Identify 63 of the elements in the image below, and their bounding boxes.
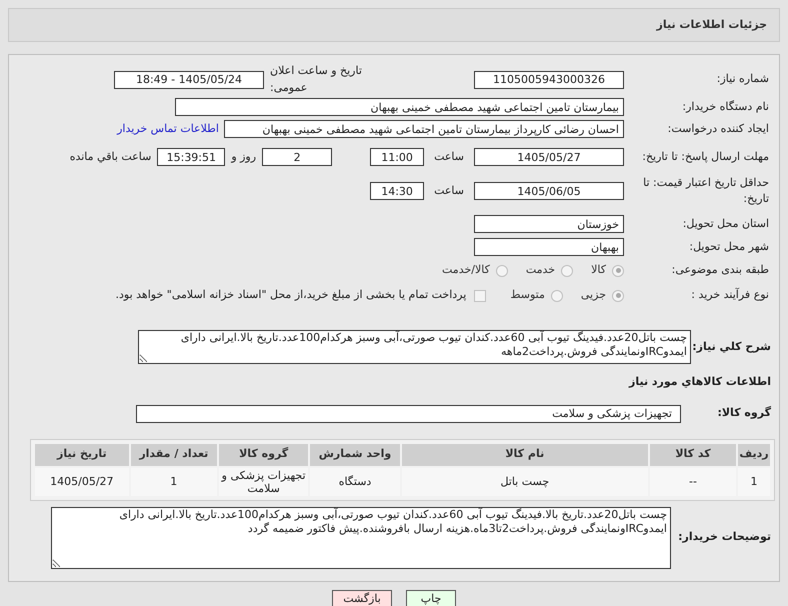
table-cell: -- [650, 468, 736, 496]
time-label: ساعت [434, 182, 464, 199]
radio-button[interactable] [550, 290, 563, 302]
field-label: نام دستگاه خریدار: [682, 100, 769, 113]
input-field[interactable]: بهبهان [474, 238, 624, 256]
field-label: حداقل تاریخ اعتبار قیمت: تا تاریخ: [643, 176, 769, 205]
input-field[interactable]: 1105005943000326 [474, 70, 624, 88]
input-field[interactable]: 1405/06/05 [474, 182, 624, 200]
table-cell: تجهیزات پزشکی و سلامت [218, 468, 308, 496]
column-header: ردیف [738, 444, 770, 466]
input-field[interactable]: 1405/05/24 - 18:49 [114, 70, 264, 88]
input-field[interactable]: 1405/05/27 [474, 148, 624, 166]
input-field[interactable]: 14:30 [370, 182, 424, 200]
input-field[interactable]: خوزستان [474, 215, 624, 233]
field-label: تاریخ و ساعت اعلان عمومی: [270, 64, 362, 94]
countdown-field[interactable]: 15:39:51 [157, 148, 226, 166]
field-label: شماره نیاز: [716, 72, 769, 86]
days-label: روز و [231, 148, 256, 165]
column-header: گروه کالا [218, 444, 308, 466]
radio-label: کالا/خدمت [442, 262, 490, 278]
description-field[interactable]: چست باتل20عدد.فیدینگ تیوب آبی 60عدد.کندان تیوب صورتی،آبی وسبز هرکدام100عدد.تاریخ بالا.ایرانی دارای ایمدوIRCونمایندگی فروش.پرداخت2ماهه [138, 330, 691, 364]
field-label: طبقه بندی موضوعی: [672, 263, 769, 276]
input-field[interactable]: 11:00 [370, 148, 424, 166]
payment-note: پرداخت تمام یا بخشی از مبلغ خرید،از محل "اسناد خزانه اسلامی" خواهد بود. [116, 287, 466, 304]
table-cell: 1 [130, 468, 217, 496]
input-field[interactable]: احسان رضائی کارپرداز بیمارستان تامین اجتماعی شهید مصطفی خمینی بهبهان [224, 120, 624, 138]
radio-button[interactable] [612, 264, 624, 276]
table-cell: دستگاه [310, 468, 400, 496]
table-cell: چست باتل [402, 468, 648, 496]
back-button[interactable]: بازگشت [332, 590, 392, 606]
print-button[interactable]: چاپ [406, 590, 456, 606]
input-field[interactable]: 2 [262, 148, 332, 166]
field-label: استان محل تحویل: [682, 216, 769, 230]
contact-link[interactable]: اطلاعات تماس خریدار [117, 120, 219, 138]
column-header: تعداد / مقدار [130, 444, 217, 466]
radio-label: جزیی [580, 287, 606, 304]
column-header: کد کالا [650, 444, 736, 466]
section-title: اطلاعات کالاهاي مورد نیاز [629, 375, 771, 388]
field-label: گروه کالا: [717, 406, 771, 420]
radio-label: متوسط [510, 287, 545, 304]
input-field[interactable]: بیمارستان تامین اجتماعی شهید مصطفی خمینی بهبهان [175, 98, 624, 116]
time-label: ساعت [434, 148, 464, 165]
input-field[interactable]: تجهیزات پزشکی و سلامت [136, 404, 681, 422]
column-header: واحد شمارش [310, 444, 400, 466]
checkbox[interactable] [474, 290, 486, 302]
radio-label: کالا [591, 262, 606, 278]
radio-button[interactable] [561, 264, 574, 276]
column-header: نام کالا [402, 444, 648, 466]
radio-label: خدمت [526, 262, 556, 278]
column-header: تاریخ نیاز [35, 444, 129, 466]
field-label: مهلت ارسال پاسخ: تا تاریخ: [642, 150, 769, 163]
table-cell: 1405/05/27 [35, 468, 129, 496]
table-cell: 1 [738, 468, 770, 496]
field-label: شرح کلي نیاز: [692, 340, 771, 353]
field-label: توضیحات خریدار: [678, 530, 771, 544]
page-title: جزئیات اطلاعات نیاز [656, 16, 767, 33]
radio-button[interactable] [496, 264, 508, 276]
radio-button[interactable] [612, 290, 624, 302]
field-label: نوع فرآیند خرید : [691, 288, 769, 302]
field-label: ایجاد کننده درخواست: [668, 122, 769, 135]
notes-field[interactable]: چست باتل20عدد.تاریخ بالا.فیدینگ تیوب آبی 60عدد.کندان تیوب صورتی،آبی وسبز هرکدام100عدد.تاریخ بالا.ایرانی دارای ایمدوIRCونمایندگی فروش.پرداخت2تا3ماه.هزینه ارسال بافروشنده.پیش فاکتور ضمیمه گردد [51, 506, 671, 568]
field-label: شهر محل تحویل: [689, 240, 769, 253]
remaining-label: ساعت باقي مانده [70, 148, 152, 165]
